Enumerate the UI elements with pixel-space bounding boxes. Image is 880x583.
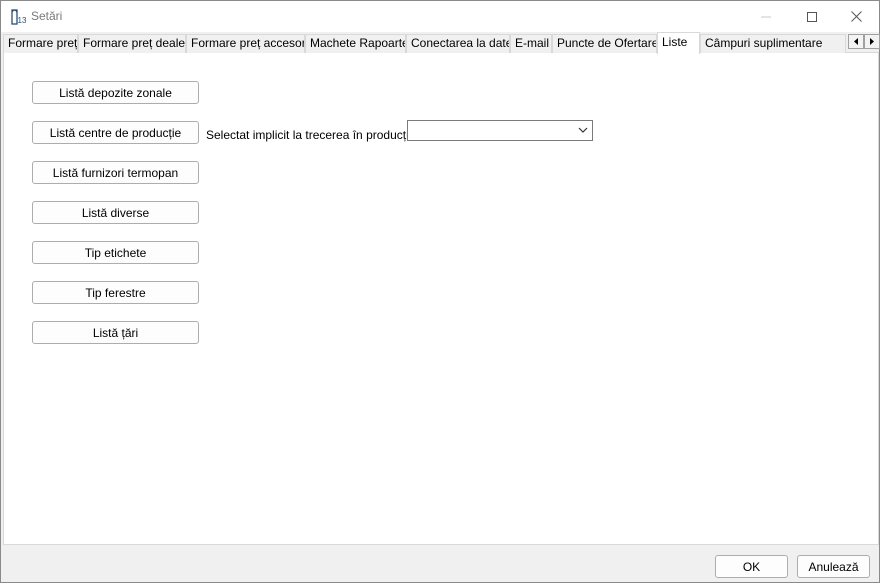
default-production-label: Selectat implicit la trecerea în producț… — [206, 128, 416, 142]
settings-window: 13 Setări Formare preț Formare preț deal… — [0, 0, 880, 583]
tab-scroll-right-button[interactable] — [864, 34, 880, 49]
app-logo-icon: 13 — [11, 9, 27, 25]
maximize-icon — [807, 11, 817, 22]
tip-etichete-button[interactable]: Tip etichete — [32, 241, 199, 264]
tab-machete-rapoarte[interactable]: Machete Rapoarte — [305, 34, 406, 53]
dialog-footer: OK Anulează — [1, 545, 879, 582]
ok-button[interactable]: OK — [715, 555, 788, 578]
lista-tari-button[interactable]: Listă țări — [32, 321, 199, 344]
default-production-combobox[interactable] — [407, 120, 593, 141]
tab-strip: Formare preț Formare preț dealer Formare… — [3, 32, 880, 54]
minimize-icon — [761, 16, 771, 17]
close-icon — [850, 11, 862, 22]
tab-formare-pret-dealer[interactable]: Formare preț dealer — [78, 34, 186, 53]
minimize-button[interactable] — [743, 1, 789, 32]
tab-formare-pret-accesorii[interactable]: Formare preț accesorii — [186, 34, 305, 53]
svg-text:13: 13 — [18, 16, 27, 25]
arrow-right-icon — [870, 38, 874, 45]
lista-furnizori-termopan-button[interactable]: Listă furnizori termopan — [32, 161, 199, 184]
close-button[interactable] — [833, 1, 879, 32]
tab-puncte-de-ofertare[interactable]: Puncte de Ofertare — [552, 34, 657, 53]
lista-diverse-button[interactable]: Listă diverse — [32, 201, 199, 224]
arrow-left-icon — [854, 38, 858, 45]
tab-scroll-left-button[interactable] — [848, 34, 864, 49]
title-bar: 13 Setări — [1, 1, 879, 32]
tab-conectarea-la-date[interactable]: Conectarea la date — [406, 34, 510, 53]
maximize-button[interactable] — [789, 1, 835, 32]
tab-campuri-suplimentare[interactable]: Câmpuri suplimentare — [700, 34, 846, 53]
lista-centre-de-productie-button[interactable]: Listă centre de producție — [32, 121, 199, 144]
tab-formare-pret[interactable]: Formare preț — [3, 34, 78, 53]
chevron-down-icon — [578, 127, 588, 133]
tip-ferestre-button[interactable]: Tip ferestre — [32, 281, 199, 304]
lista-depozite-zonale-button[interactable]: Listă depozite zonale — [32, 81, 199, 104]
window-title: Setări — [31, 9, 63, 23]
tab-e-mail[interactable]: E-mail — [510, 34, 552, 53]
liste-tab-panel: Listă depozite zonale Listă centre de pr… — [3, 53, 879, 545]
tab-liste[interactable]: Liste — [657, 32, 700, 54]
cancel-button[interactable]: Anulează — [797, 555, 870, 578]
